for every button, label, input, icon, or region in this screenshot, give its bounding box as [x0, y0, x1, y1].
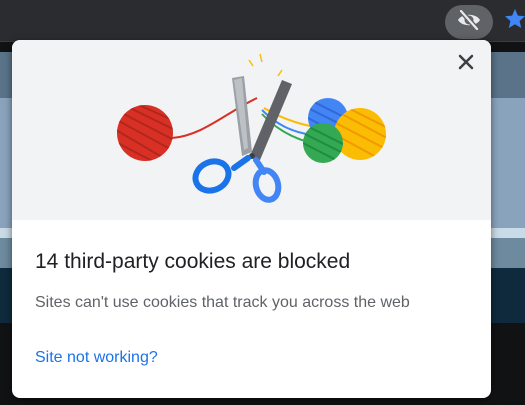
eye-slash-icon: [456, 8, 482, 35]
yarn-balls-and-scissors-illustration: [12, 40, 491, 220]
tracking-protection-button[interactable]: [445, 5, 493, 39]
bookmark-button[interactable]: [500, 6, 525, 36]
close-icon: [458, 54, 474, 75]
browser-toolbar: [0, 0, 525, 42]
popup-subtitle: Sites can't use cookies that track you a…: [35, 294, 410, 311]
close-button[interactable]: [452, 50, 480, 78]
popup-title: 14 third-party cookies are blocked: [35, 250, 351, 273]
cookie-blocking-popup: 14 third-party cookies are blocked Sites…: [12, 40, 491, 398]
site-not-working-link[interactable]: Site not working?: [35, 349, 158, 367]
star-icon: [503, 7, 525, 36]
